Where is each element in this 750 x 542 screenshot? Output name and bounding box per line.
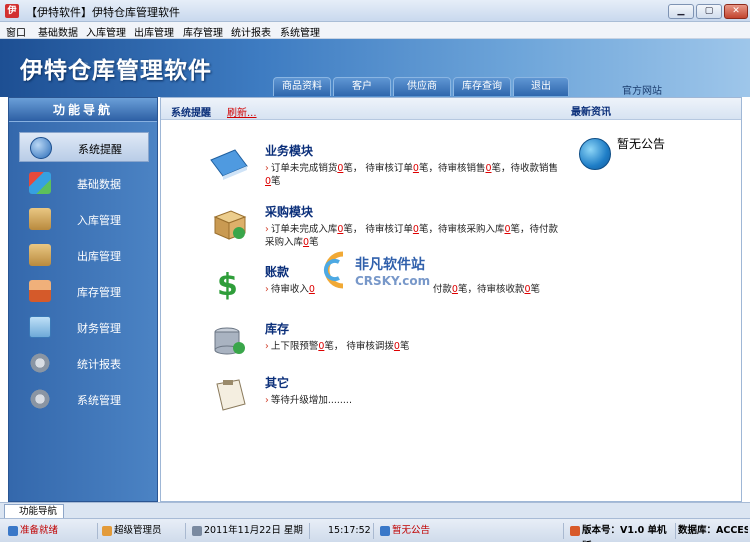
module-other[interactable]: 其它 › 等待升级增加........ [209,374,579,411]
sidebar: 功能导航 系统提醒 基础数据 入库管理 出库管理 库存管理 财务管理 统计报表 [8,97,158,502]
sidebar-item-label: 入库管理 [77,214,121,227]
sidebar-item-finance[interactable]: 财务管理 [19,312,149,342]
module-detail-cont: 采购入库0笔 [265,237,319,248]
cubes-icon [29,172,51,194]
user-icon [102,526,112,536]
status-date: 2011年11月22日 星期二 [190,523,310,542]
refresh-link[interactable]: 刷新... [227,104,257,119]
database-icon [214,327,245,355]
title-bar: 伊 【伊特软件】伊特仓库管理软件 ▁ ▢ ✕ [0,0,750,22]
status-notice: 暂无公告 [378,523,564,539]
sidebar-item-label: 统计报表 [77,358,121,371]
sidebar-item-system[interactable]: 系统管理 [19,384,149,414]
menu-bar: 窗口 基础数据 入库管理 出库管理 库存管理 统计报表 系统管理 [0,22,750,39]
brand-title-reflection: 伊特仓库管理软件 [20,60,212,72]
menu-window[interactable]: 窗口 [6,24,26,39]
app-window: 伊 【伊特软件】伊特仓库管理软件 ▁ ▢ ✕ 窗口 基础数据 入库管理 出库管理… [0,0,750,542]
sidebar-item-system-reminder[interactable]: 系统提醒 [19,132,149,162]
chart-icon [29,316,51,338]
task-tab-label: 功能导航 [19,506,58,517]
tab-products[interactable]: 商品资料 [273,77,331,96]
latest-news-title: 最新资讯 [571,107,611,118]
watermark-text-en: CRSKY.com [355,274,431,288]
speaker-icon [380,526,390,536]
module-purchase[interactable]: 采购模块 › 订单未完成入库0笔， 待审核订单0笔，待审核采购入库0笔，待付款 采… [209,203,579,249]
sidebar-item-stock-out[interactable]: 出库管理 [19,240,149,270]
section-title: 系统提醒 [171,108,211,119]
status-bar: 准备就绪 超级管理员 2011年11月22日 星期二 15:17:52 暂无公告… [0,518,750,542]
menu-inventory[interactable]: 库存管理 [183,24,223,39]
status-ready: 准备就绪 [6,523,98,539]
close-button[interactable]: ✕ [724,4,748,19]
status-ready-icon [8,526,18,536]
tab-suppliers[interactable]: 供应商 [393,77,451,96]
version-icon [570,526,580,536]
module-detail: › 订单未完成销货0笔， 待审核订单0笔，待审核销售0笔，待收款销售 [265,163,559,174]
svg-text:$: $ [217,268,238,301]
gears-icon [29,388,51,410]
menu-system[interactable]: 系统管理 [280,24,320,39]
module-detail: › 订单未完成入库0笔， 待审核订单0笔，待审核采购入库0笔，待付款 [265,224,559,235]
sidebar-item-stock-in[interactable]: 入库管理 [19,204,149,234]
tab-customers[interactable]: 客户 [333,77,391,96]
box-in-icon [29,208,51,230]
sidebar-item-label: 财务管理 [77,322,121,335]
globe-download-icon [579,138,611,170]
status-version: 版本号：V1.0 单机版 [568,523,676,542]
sidebar-item-inventory[interactable]: 库存管理 [19,276,149,306]
task-tab-nav[interactable]: 功能导航 [4,504,64,518]
module-business[interactable]: 业务模块 › 订单未完成销货0笔， 待审核订单0笔，待审核销售0笔，待收款销售 0… [209,142,579,188]
menu-stock-in[interactable]: 入库管理 [86,24,126,39]
dollar-icon: $ [217,268,238,301]
box-out-icon [29,244,51,266]
info-icon [30,137,52,159]
module-title: 库存 [265,322,290,336]
status-user: 超级管理员 [100,523,186,539]
house-icon [29,280,51,302]
banner: 伊特仓库管理软件 伊特仓库管理软件 商品资料 客户 供应商 库存查询 退出 官方… [0,39,750,97]
tab-exit[interactable]: 退出 [513,77,569,96]
sidebar-item-basic-data[interactable]: 基础数据 [19,168,149,198]
box-icon [213,210,247,240]
watermark: 非凡软件站 CRSKY.com [313,248,443,294]
window-title: 【伊特软件】伊特仓库管理软件 [26,6,180,19]
main-panel: 系统提醒 刷新... 最新资讯 业务模块 › 订单未完成销货0笔， 待审核订单0笔… [160,97,742,502]
module-title: 账款 [265,265,290,279]
sidebar-item-label: 系统提醒 [78,143,122,156]
status-database: 数据库：ACCESS [678,525,748,536]
minimize-button[interactable]: ▁ [668,4,694,19]
menu-basic-data[interactable]: 基础数据 [38,24,78,39]
gears-icon [29,352,51,374]
sidebar-item-label: 基础数据 [77,178,121,191]
module-detail: › 等待升级增加........ [265,395,352,406]
sidebar-item-label: 库存管理 [77,286,121,299]
watermark-text-cn: 非凡软件站 [355,257,425,273]
module-title: 其它 [265,376,290,390]
menu-reports[interactable]: 统计报表 [231,24,271,39]
module-title: 采购模块 [265,205,314,219]
calendar-icon [192,526,202,536]
sidebar-item-reports[interactable]: 统计报表 [19,348,149,378]
tab-stock-query[interactable]: 库存查询 [453,77,511,96]
module-title: 业务模块 [265,144,314,158]
watermark-logo-icon [323,251,344,289]
news-notice: 暂无公告 [617,137,666,151]
clipboard-icon [216,379,246,411]
sidebar-item-label: 系统管理 [77,394,121,407]
restore-button[interactable]: ▢ [696,4,722,19]
book-icon [210,149,248,180]
status-time: 15:17:52 [314,523,374,539]
module-detail-cont: 0笔 [265,176,281,187]
module-inventory[interactable]: 库存 › 上下限预警0笔， 待审核调拨0笔 [209,320,579,355]
sidebar-item-label: 出库管理 [77,250,121,263]
module-detail: › 上下限预警0笔， 待审核调拨0笔 [265,341,410,352]
menu-stock-out[interactable]: 出库管理 [134,24,174,39]
task-tab-bar: 功能导航 [0,502,750,518]
app-icon: 伊 [5,4,19,18]
main-header: 系统提醒 刷新... 最新资讯 [161,98,741,120]
official-site-link[interactable]: 官方网站 [622,82,662,97]
sidebar-header: 功能导航 [9,98,157,122]
